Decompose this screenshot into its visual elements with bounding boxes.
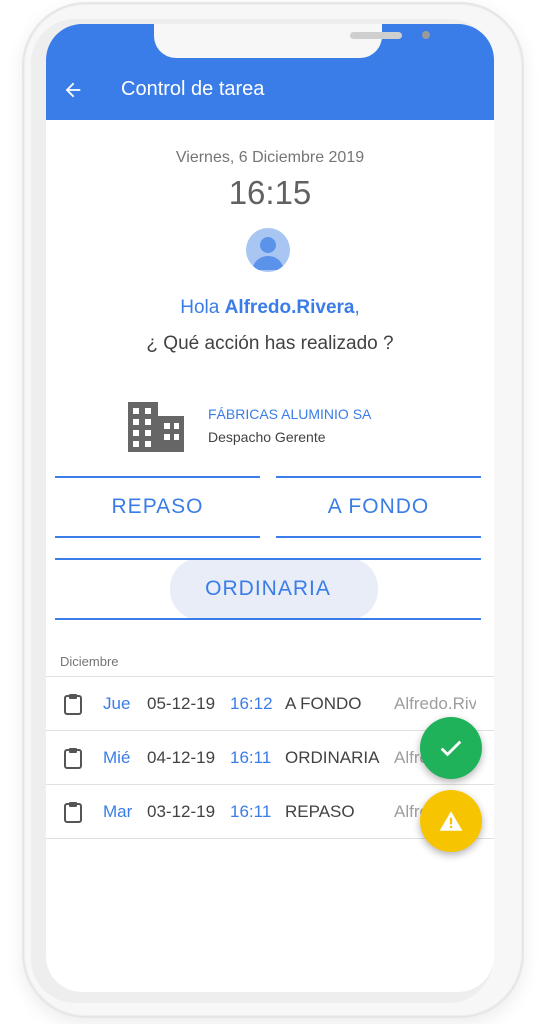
row-day: Mié xyxy=(103,748,131,767)
clipboard-icon xyxy=(64,748,82,769)
row-date: 05-12-19 xyxy=(147,694,216,713)
avatar xyxy=(246,228,290,272)
current-time: 16:15 xyxy=(228,174,312,211)
a-fondo-button[interactable]: A FONDO xyxy=(276,476,481,538)
row-date: 04-12-19 xyxy=(147,748,216,767)
clipboard-icon xyxy=(64,694,82,715)
company-name: FÁBRICAS ALUMINIO SA xyxy=(208,406,372,422)
warning-icon xyxy=(439,811,463,831)
check-icon xyxy=(440,740,462,757)
row-day: Jue xyxy=(103,694,131,713)
user-avatar-icon xyxy=(252,237,284,270)
row-type: REPASO xyxy=(285,802,355,821)
app-screen: Control de tarea Viernes, 6 Diciembre 20… xyxy=(46,24,494,992)
repaso-button[interactable]: REPASO xyxy=(55,476,260,538)
ordinaria-button[interactable]: ORDINARIA xyxy=(55,558,481,620)
row-type: A FONDO xyxy=(285,694,362,713)
row-day: Mar xyxy=(103,802,133,821)
office-name: Despacho Gerente xyxy=(208,429,326,445)
row-time: 16:11 xyxy=(230,748,272,767)
confirm-fab-button[interactable] xyxy=(420,717,482,779)
greeting: Hola Alfredo.Rivera, xyxy=(46,297,494,319)
phone-notch xyxy=(154,24,430,58)
front-camera xyxy=(422,31,430,39)
building-icon xyxy=(128,402,184,452)
row-time: 16:12 xyxy=(230,694,273,713)
back-arrow-icon[interactable] xyxy=(62,79,84,101)
list-item[interactable]: Jue 05-12-19 16:12 A FONDO Alfredo.River… xyxy=(46,676,494,730)
greeting-suffix: , xyxy=(354,297,360,318)
incident-fab-button[interactable] xyxy=(420,790,482,852)
greeting-prefix: Hola xyxy=(180,297,225,318)
row-type: ORDINARIA xyxy=(285,748,380,767)
user-name: Alfredo.Rivera xyxy=(224,297,355,318)
row-date: 03-12-19 xyxy=(147,802,216,821)
app-title: Control de tarea xyxy=(121,78,265,100)
row-user: Alfredo.Rivera xyxy=(394,694,476,713)
month-section-label: Diciembre xyxy=(60,654,119,669)
action-question: ¿ Qué acción has realizado ? xyxy=(146,333,394,354)
current-date: Viernes, 6 Diciembre 2019 xyxy=(175,149,365,166)
speaker-grille xyxy=(350,32,402,39)
clipboard-icon xyxy=(64,802,82,823)
row-time: 16:11 xyxy=(230,802,272,821)
